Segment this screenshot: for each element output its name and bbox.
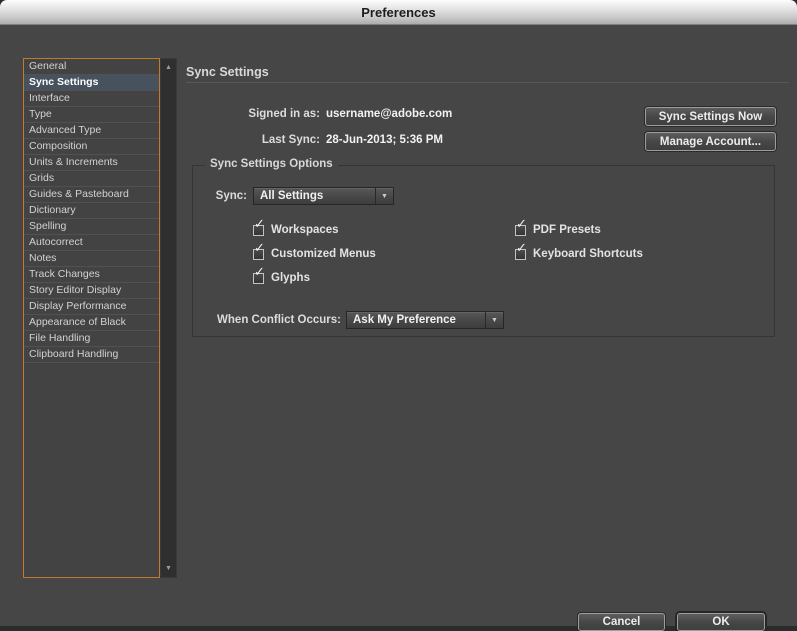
sidebar-item-sync-settings[interactable]: Sync Settings [24, 75, 159, 91]
checkmark-icon: ✓ [516, 239, 527, 255]
sidebar-item-notes[interactable]: Notes [24, 251, 159, 267]
sync-settings-options-group: Sync Settings Options Sync: All Settings… [192, 158, 775, 337]
sync-settings-now-button[interactable]: Sync Settings Now [645, 107, 776, 126]
sync-dropdown-value: All Settings [260, 190, 324, 202]
ok-button[interactable]: OK [677, 613, 765, 631]
sidebar-item-type[interactable]: Type [24, 107, 159, 123]
checkbox-label: PDF Presets [533, 224, 601, 236]
scroll-down-button[interactable]: ▼ [161, 562, 176, 575]
checkmark-icon: ✓ [254, 239, 265, 255]
sidebar-item-units-increments[interactable]: Units & Increments [24, 155, 159, 171]
preferences-dialog: Preferences General Sync Settings Interf… [0, 0, 797, 631]
dropdown-arrow-icon: ▼ [485, 312, 503, 328]
sync-label: Sync: [215, 190, 247, 202]
checkbox-box[interactable]: ✓ [515, 217, 527, 236]
cancel-button[interactable]: Cancel [578, 613, 665, 631]
scroll-up-icon: ▲ [165, 64, 172, 71]
heading-divider [186, 82, 789, 83]
signed-in-label: Signed in as: [248, 108, 320, 120]
checkbox-keyboard-shortcuts[interactable]: ✓ Keyboard Shortcuts [515, 241, 643, 261]
titlebar: Preferences [0, 0, 797, 25]
scroll-up-button[interactable]: ▲ [161, 61, 176, 74]
sidebar-item-general[interactable]: General [24, 59, 159, 75]
sidebar-item-appearance-of-black[interactable]: Appearance of Black [24, 315, 159, 331]
sidebar-item-file-handling[interactable]: File Handling [24, 331, 159, 347]
checkbox-label: Keyboard Shortcuts [533, 248, 643, 260]
checkmark-icon: ✓ [254, 263, 265, 279]
sidebar-item-story-editor-display[interactable]: Story Editor Display [24, 283, 159, 299]
conflict-dropdown-value: Ask My Preference [353, 314, 456, 326]
conflict-label: When Conflict Occurs: [217, 314, 341, 326]
checkbox-customized-menus[interactable]: ✓ Customized Menus [253, 241, 376, 261]
window-title: Preferences [361, 4, 436, 20]
last-sync-label: Last Sync: [261, 134, 320, 146]
preferences-category-list: General Sync Settings Interface Type Adv… [23, 58, 160, 578]
sidebar-item-track-changes[interactable]: Track Changes [24, 267, 159, 283]
checkbox-box[interactable]: ✓ [253, 217, 265, 236]
checkbox-workspaces[interactable]: ✓ Workspaces [253, 217, 339, 237]
conflict-dropdown[interactable]: Ask My Preference ▼ [346, 311, 504, 329]
sidebar-item-dictionary[interactable]: Dictionary [24, 203, 159, 219]
sidebar-item-advanced-type[interactable]: Advanced Type [24, 123, 159, 139]
checkbox-pdf-presets[interactable]: ✓ PDF Presets [515, 217, 601, 237]
sidebar-item-composition[interactable]: Composition [24, 139, 159, 155]
checkmark-icon: ✓ [254, 215, 265, 231]
group-legend: Sync Settings Options [205, 158, 338, 170]
sidebar-item-guides-pasteboard[interactable]: Guides & Pasteboard [24, 187, 159, 203]
last-sync-row: Last Sync: 28-Jun-2013; 5:36 PM [186, 131, 606, 149]
page-title: Sync Settings [186, 65, 269, 79]
checkmark-icon: ✓ [516, 215, 527, 231]
checkbox-label: Customized Menus [271, 248, 376, 260]
scroll-down-icon: ▼ [165, 565, 172, 572]
sidebar-scrollbar[interactable]: ▲ ▼ [160, 58, 177, 578]
checkbox-label: Glyphs [271, 272, 310, 284]
sidebar-item-autocorrect[interactable]: Autocorrect [24, 235, 159, 251]
signed-in-row: Signed in as: username@adobe.com [186, 105, 606, 123]
dropdown-arrow-icon: ▼ [375, 188, 393, 204]
sidebar-item-grids[interactable]: Grids [24, 171, 159, 187]
checkbox-glyphs[interactable]: ✓ Glyphs [253, 265, 310, 285]
sidebar-item-spelling[interactable]: Spelling [24, 219, 159, 235]
checkbox-label: Workspaces [271, 224, 339, 236]
dialog-content: General Sync Settings Interface Type Adv… [0, 25, 797, 631]
sync-dropdown[interactable]: All Settings ▼ [253, 187, 394, 205]
sidebar-item-interface[interactable]: Interface [24, 91, 159, 107]
signed-in-value: username@adobe.com [326, 108, 453, 120]
sidebar-item-display-performance[interactable]: Display Performance [24, 299, 159, 315]
checkbox-box[interactable]: ✓ [515, 241, 527, 260]
checkbox-box[interactable]: ✓ [253, 265, 265, 284]
last-sync-value: 28-Jun-2013; 5:36 PM [326, 134, 443, 146]
sidebar-item-clipboard-handling[interactable]: Clipboard Handling [24, 347, 159, 363]
checkbox-box[interactable]: ✓ [253, 241, 265, 260]
manage-account-button[interactable]: Manage Account... [645, 132, 776, 151]
